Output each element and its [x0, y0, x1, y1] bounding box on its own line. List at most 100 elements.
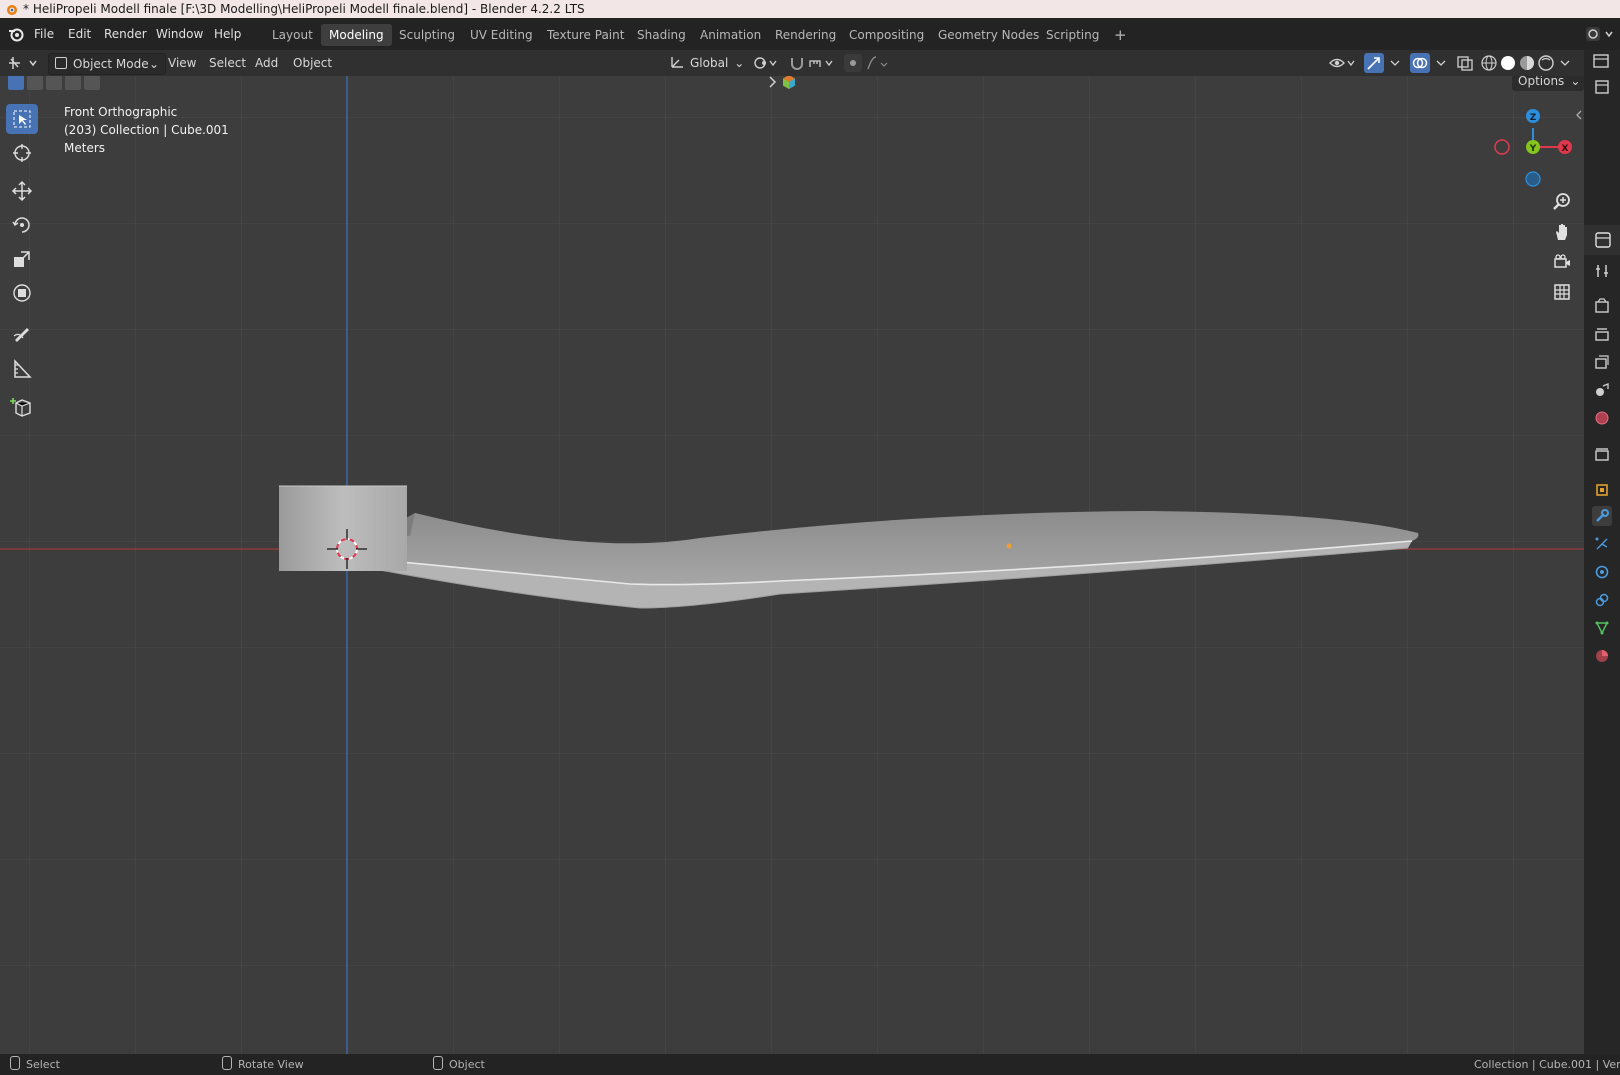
mouse-left-icon	[10, 1056, 20, 1070]
scene-selector-icon[interactable]	[1584, 24, 1616, 44]
constraint-icon	[1595, 593, 1609, 607]
tab-sculpting[interactable]: Sculpting	[391, 24, 463, 46]
tab-compositing[interactable]: Compositing	[841, 24, 932, 46]
chevron-down-icon[interactable]	[1434, 55, 1448, 71]
menu-add[interactable]: Add	[255, 53, 278, 73]
properties-icon[interactable]	[1584, 225, 1620, 255]
menu-file[interactable]: File	[34, 18, 54, 50]
tool-rotate[interactable]	[6, 210, 38, 240]
tool-select-box[interactable]	[6, 104, 38, 134]
material-shading-icon[interactable]	[1518, 54, 1536, 72]
solid-shading-icon[interactable]	[1499, 54, 1517, 72]
tool-add-cube[interactable]	[6, 392, 38, 422]
chevron-down-icon[interactable]	[1558, 55, 1572, 71]
select-new-icon[interactable]	[8, 76, 24, 90]
add-workspace-icon[interactable]: +	[1106, 24, 1135, 46]
tab-modeling[interactable]: Modeling	[321, 24, 392, 46]
world-icon	[1595, 411, 1609, 425]
collection-info: (203) Collection | Cube.001	[64, 123, 229, 137]
tab-physics-properties[interactable]	[1592, 562, 1612, 582]
tab-shading[interactable]: Shading	[629, 24, 694, 46]
tab-geometry-nodes[interactable]: Geometry Nodes	[930, 24, 1047, 46]
select-intersect-icon[interactable]	[84, 76, 100, 90]
outliner-editor-icon[interactable]	[1588, 50, 1616, 72]
tool-scale[interactable]	[6, 244, 38, 274]
pan-button[interactable]	[1550, 220, 1574, 244]
menu-select[interactable]: Select	[209, 53, 246, 73]
orientation-icon	[671, 57, 683, 68]
snap-target-icon[interactable]	[808, 55, 838, 71]
add-cube-icon	[10, 398, 31, 417]
orientation-dropdown[interactable]: Global ⌄	[670, 53, 746, 73]
unit-label: Meters	[64, 141, 106, 155]
menu-object[interactable]: Object	[293, 53, 332, 73]
proportional-editing-toggle[interactable]	[844, 54, 862, 72]
pivot-point-icon[interactable]	[752, 55, 780, 71]
editor-type-icon[interactable]	[8, 54, 40, 72]
viewport-canvas: Z Y X	[0, 76, 1584, 1054]
tool-transform[interactable]	[6, 278, 38, 308]
tool-annotate[interactable]	[6, 318, 38, 348]
collapse-arrow-icon[interactable]	[766, 76, 780, 90]
tool-move[interactable]	[6, 176, 38, 206]
gizmo-toggle[interactable]	[1364, 53, 1384, 73]
perspective-toggle-button[interactable]	[1550, 280, 1574, 304]
3d-viewport[interactable]: Z Y X Front Orthographic (203) Collectio…	[0, 76, 1584, 1054]
sidebar-toggle-icon[interactable]	[1574, 108, 1584, 122]
options-dropdown[interactable]: Options ⌄	[1512, 76, 1584, 91]
tab-uv-editing[interactable]: UV Editing	[462, 24, 541, 46]
blender-menu-icon[interactable]	[8, 26, 24, 42]
tab-tool-properties[interactable]	[1592, 261, 1612, 281]
orientation-label: Global	[690, 56, 729, 70]
tab-render-properties[interactable]	[1592, 296, 1612, 316]
tool-settings-icon	[1596, 265, 1608, 277]
physics-icon	[1595, 565, 1609, 579]
overlays-toggle[interactable]	[1410, 53, 1430, 73]
status-rotate-view-label: Rotate View	[238, 1058, 304, 1071]
tool-measure[interactable]	[6, 354, 38, 384]
tab-texture-paint[interactable]: Texture Paint	[539, 24, 632, 46]
snap-icon[interactable]	[788, 55, 806, 71]
tab-data-properties[interactable]	[1592, 618, 1612, 638]
xray-toggle-icon[interactable]	[1456, 55, 1474, 71]
visibility-icon[interactable]	[1328, 55, 1358, 71]
tab-scene-properties[interactable]	[1592, 380, 1612, 400]
measure-icon	[14, 359, 32, 378]
tab-object-properties[interactable]	[1592, 480, 1612, 500]
tab-particle-properties[interactable]	[1592, 534, 1612, 554]
tab-animation[interactable]: Animation	[692, 24, 769, 46]
menu-view[interactable]: View	[168, 53, 196, 73]
rotate-icon	[12, 217, 30, 233]
wireframe-shading-icon[interactable]	[1480, 54, 1498, 72]
menu-render[interactable]: Render	[104, 18, 147, 50]
tab-scripting[interactable]: Scripting	[1038, 24, 1107, 46]
tab-rendering[interactable]: Rendering	[767, 24, 844, 46]
menu-window[interactable]: Window	[156, 18, 203, 50]
tab-constraint-properties[interactable]	[1592, 590, 1612, 610]
menu-help[interactable]: Help	[214, 18, 241, 50]
status-rotate-view: Rotate View	[222, 1054, 304, 1075]
camera-view-button[interactable]	[1550, 250, 1574, 274]
tool-cursor[interactable]	[6, 138, 38, 168]
tab-output-properties[interactable]	[1592, 324, 1612, 344]
tab-world-properties[interactable]	[1592, 408, 1612, 428]
menu-edit[interactable]: Edit	[68, 18, 91, 50]
object-data-icon[interactable]	[781, 76, 797, 90]
tab-view-layer-properties[interactable]	[1592, 352, 1612, 372]
chevron-down-icon[interactable]	[1388, 55, 1402, 71]
object-mode-dropdown[interactable]: Object Mode ⌄	[48, 53, 166, 75]
properties-editor-icon[interactable]	[1588, 76, 1616, 98]
zoom-button[interactable]	[1550, 190, 1574, 214]
gizmo-x-label: X	[1562, 144, 1569, 154]
proportional-falloff-icon[interactable]	[866, 55, 890, 71]
select-invert-icon[interactable]	[65, 76, 81, 90]
annotate-icon	[13, 328, 29, 342]
tab-material-properties[interactable]	[1592, 646, 1612, 666]
rendered-shading-icon[interactable]	[1537, 54, 1555, 72]
top-menu-bar: File Edit Render Window Help Layout Mode…	[0, 18, 1620, 50]
tab-layout[interactable]: Layout	[264, 24, 321, 46]
tab-modifier-properties[interactable]	[1592, 506, 1612, 526]
select-extend-icon[interactable]	[27, 76, 43, 90]
tab-collection-properties[interactable]	[1592, 444, 1612, 464]
select-subtract-icon[interactable]	[46, 76, 62, 90]
